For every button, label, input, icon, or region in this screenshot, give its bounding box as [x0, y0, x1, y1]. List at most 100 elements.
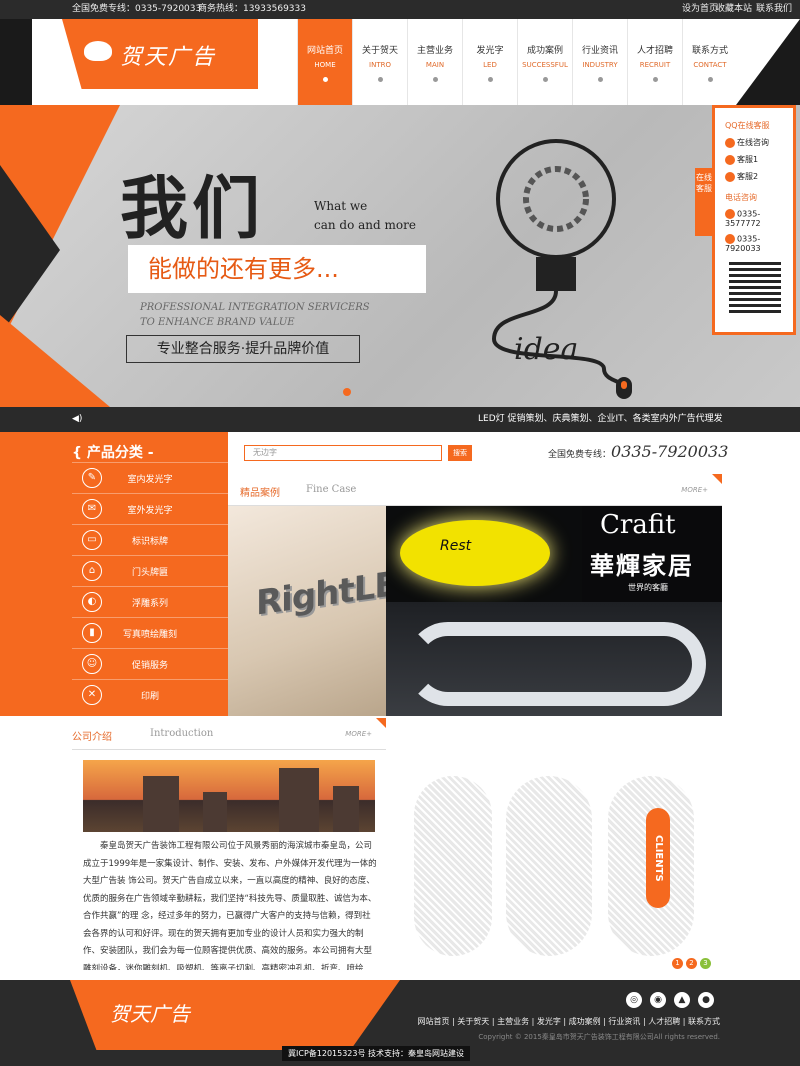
case-photo-ring: [406, 622, 706, 706]
contact-link[interactable]: 联系我们: [756, 0, 792, 19]
case-photo-text: 世界的客廳: [628, 583, 668, 592]
fine-case-title: 精品案例: [240, 488, 280, 499]
banner-professional: PROFESSIONAL INTEGRATION SERVICERS TO ENH…: [140, 300, 370, 330]
case-photo-text: 華輝家居: [590, 552, 694, 580]
about-header: 公司介绍 Introduction MORE+: [72, 718, 386, 750]
case-photo[interactable]: Crafit 華輝家居世界的客廳: [582, 506, 722, 602]
nav-dot-icon: [542, 77, 548, 82]
set-home-link[interactable]: 设为首页: [682, 0, 718, 19]
qr-code-icon: [729, 261, 781, 313]
category-sidebar: { 产品分类 - ✎ 室内发光字 ✉ 室外发光字 ▭ 标识标牌 ⌂ 门头牌匾 ◐ 浮雕系列…: [0, 432, 228, 716]
header: 贺天广告 网站首页 HOME 关于贺天 INTRO 主营业务 MAIN 发光字 LED …: [0, 19, 800, 105]
about-more-link[interactable]: MORE+: [345, 730, 372, 738]
weibo-icon[interactable]: ◉: [650, 992, 666, 1008]
favorite-link[interactable]: 收藏本站: [716, 0, 752, 19]
slide-dot[interactable]: [343, 388, 351, 396]
banner-english-line: can do and more: [314, 218, 416, 232]
nav-led[interactable]: 发光字 LED: [462, 19, 517, 105]
pager-dot[interactable]: 3: [700, 958, 711, 969]
category-item[interactable]: ⌂ 门头牌匾: [72, 555, 228, 586]
free-hotline: 全国免费专线：0335-7920033: [72, 4, 202, 14]
search-input[interactable]: 无边字: [244, 445, 442, 461]
nav-news[interactable]: 行业资讯 INDUSTRY: [572, 19, 627, 105]
footer-links[interactable]: 网站首页 | 关于贺天 | 主营业务 | 发光字 | 成功案例 | 行业资讯 |…: [418, 1016, 720, 1027]
nav-label: 联系方式: [691, 46, 728, 56]
service-2-label: 客服2: [737, 172, 759, 181]
category-item[interactable]: ☺ 促销服务: [72, 648, 228, 679]
fine-case-header: 精品案例 Fine Case MORE+: [228, 474, 722, 506]
case-photo-sign: Rest: [400, 520, 550, 586]
banner-slogan-box: 专业整合服务·提升品牌价值: [126, 335, 360, 363]
case-photo[interactable]: [386, 602, 722, 716]
online-service-panel: 在线客服 QQ在线客服 在线咨询 客服1 客服2 电话咨询 0335-35777…: [695, 105, 796, 335]
nav-home[interactable]: 网站首页 HOME: [297, 19, 352, 105]
case-photo[interactable]: RightLED: [228, 506, 388, 716]
pager-dot[interactable]: 2: [686, 958, 697, 969]
about-en: Introduction: [150, 728, 214, 739]
clients-pager: 1 2 3: [672, 958, 711, 969]
nav-sublabel: INDUSTRY: [582, 61, 618, 69]
nav-cases[interactable]: 成功案例 SUCCESSFUL: [517, 19, 572, 105]
online-consult-link[interactable]: 在线咨询: [725, 137, 793, 148]
category-title: { 产品分类 -: [72, 445, 154, 461]
hotline-display: 全国免费专线：0335-7920033: [548, 442, 728, 461]
nav-intro[interactable]: 关于贺天 INTRO: [352, 19, 407, 105]
header-dark-right: [736, 19, 800, 105]
business-hotline: 商务热线：13933569333: [198, 4, 306, 14]
category-item[interactable]: ✉ 室外发光字: [72, 493, 228, 524]
nav-label: 发光字: [476, 46, 504, 56]
case-photos: RightLED Rest Crafit 華輝家居世界的客廳: [228, 506, 722, 716]
phone-1: 0335-3577772: [725, 209, 793, 228]
service-2-link[interactable]: 客服2: [725, 171, 793, 182]
nav-sublabel: CONTACT: [693, 61, 727, 69]
case-photo-text: Crafit: [600, 510, 676, 540]
nav-dot-icon: [432, 77, 438, 82]
lightbulb-icon: idea: [491, 139, 632, 399]
category-item[interactable]: ▭ 标识标牌: [72, 524, 228, 555]
category-item[interactable]: ◐ 浮雕系列: [72, 586, 228, 617]
online-service-tab[interactable]: 在线客服: [695, 168, 713, 236]
top-bar: 全国免费专线：0335-7920033 商务热线：13933569333 设为首…: [0, 0, 800, 19]
wechat-icon[interactable]: ●: [698, 992, 714, 1008]
pager-dot[interactable]: 1: [672, 958, 683, 969]
nav-label: 人才招聘: [636, 46, 673, 56]
building-shape: [333, 786, 359, 832]
speaker-icon: ◀): [72, 414, 83, 424]
qq-service-title: QQ在线客服: [725, 121, 770, 130]
qq-icon: [725, 154, 735, 165]
ticker-text: LED灯 促销策划、庆典策划、企业IT、各类室内外广告代理发: [478, 414, 723, 424]
category-label: 印刷: [140, 692, 159, 702]
nav-label: 关于贺天: [361, 46, 398, 56]
service-1-link[interactable]: 客服1: [725, 154, 793, 165]
fine-case-en: Fine Case: [306, 484, 357, 495]
case-photo[interactable]: Rest: [386, 506, 582, 602]
hotline-label: 全国免费专线：: [548, 450, 612, 460]
search-button[interactable]: 搜索: [448, 445, 472, 461]
online-consult-label: 在线咨询: [737, 138, 769, 147]
category-label: 门头牌匾: [131, 568, 168, 578]
main-nav: 网站首页 HOME 关于贺天 INTRO 主营业务 MAIN 发光字 LED 成功案例 S…: [297, 19, 737, 105]
nav-label: 成功案例: [526, 46, 563, 56]
site-logo[interactable]: 贺天广告: [62, 19, 258, 89]
elephant-logo-icon: [84, 41, 112, 61]
category-label: 标识标牌: [131, 537, 168, 547]
banner-english: What we can do and more: [314, 197, 416, 235]
nav-dot-icon: [487, 77, 493, 82]
category-item[interactable]: ✕ 印刷: [72, 679, 228, 710]
penguin-icon[interactable]: ▲: [674, 992, 690, 1008]
logo-text: 贺天广告: [120, 45, 217, 70]
qq-icon[interactable]: ◎: [626, 992, 642, 1008]
copyright: Copyright © 2015秦皇岛市贺天广告装饰工程有限公司All righ…: [478, 1033, 720, 1041]
category-item[interactable]: ✎ 室内发光字: [72, 462, 228, 493]
nav-dot-icon: [377, 77, 383, 82]
fine-case-more-link[interactable]: MORE+: [681, 486, 708, 494]
category-item[interactable]: ▮ 写真喷绘雕刻: [72, 617, 228, 648]
news-ticker: ◀) LED灯 促销策划、庆典策划、企业IT、各类室内外广告代理发: [0, 407, 800, 432]
about-photo: [83, 760, 375, 832]
nav-main[interactable]: 主营业务 MAIN: [407, 19, 462, 105]
banner-prof-line: TO ENHANCE BRAND VALUE: [140, 317, 295, 328]
nav-contact[interactable]: 联系方式 CONTACT: [682, 19, 737, 105]
category-label: 写真喷绘雕刻: [122, 630, 177, 640]
nav-recruit[interactable]: 人才招聘 RECRUIT: [627, 19, 682, 105]
about-title: 公司介绍: [72, 732, 112, 743]
